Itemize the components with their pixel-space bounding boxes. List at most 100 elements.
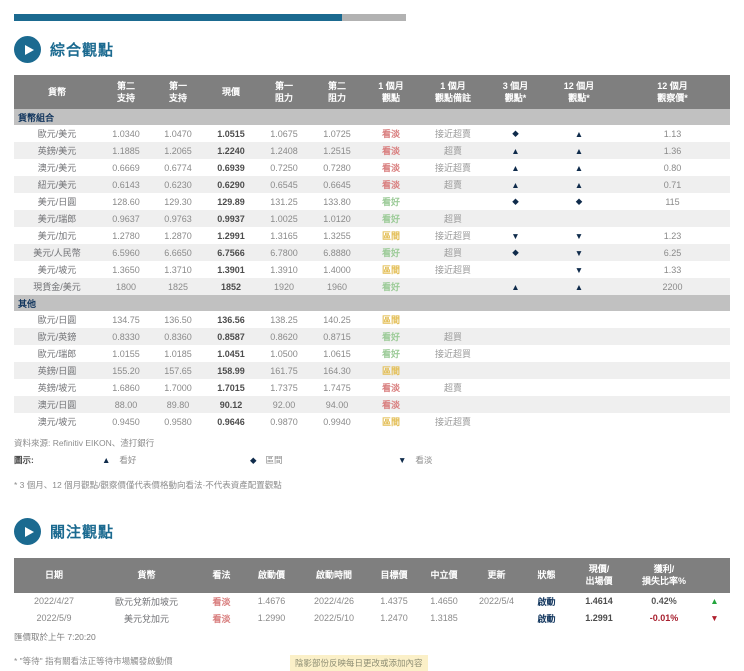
spot-price: 6.7566 (217, 247, 245, 258)
view-1m: 區間 (381, 265, 400, 276)
view-1m: 區間 (381, 315, 400, 326)
rate-timestamp: 匯價取於上午 7:20:20 (14, 631, 96, 642)
support-2: 0.6669 (112, 162, 140, 173)
currency-pair: 美元/坡元 (37, 265, 77, 276)
view-1m: 看好 (381, 248, 400, 259)
resistance-1: 1.2408 (270, 145, 298, 156)
view-12m-icon: ▼ (574, 230, 584, 241)
date: 2022/4/27 (33, 596, 75, 607)
view-1m: 看淡 (381, 146, 400, 157)
resistance-1: 138.25 (270, 314, 298, 325)
column-header: 看法 (199, 558, 244, 593)
resistance-1: 131.25 (270, 196, 298, 207)
note-1m: 接近超買 (434, 349, 471, 360)
legend-title: 圖示: (14, 455, 34, 466)
currency-pair: 美元/加元 (37, 231, 77, 242)
status-badge: 啟動 (537, 613, 556, 624)
watch-price-12m: 6.25 (663, 247, 682, 258)
column-header: 更新 (469, 558, 524, 593)
legend-label: 區間 (265, 455, 283, 466)
note-1m: 接近超賣 (434, 417, 471, 428)
fx-row: 澳元/日圓 88.00 89.80 90.12 92.00 94.00 看淡 (14, 396, 730, 414)
updated-date: 2022/5/4 (478, 596, 515, 607)
column-header: 第一 阻力 (258, 75, 310, 110)
current-exit-price: 1.4614 (585, 596, 613, 607)
view-1m: 看好 (381, 282, 400, 293)
status-badge: 啟動 (537, 596, 556, 607)
fx-row: 美元/坡元 1.3650 1.3710 1.3901 1.3910 1.4000 區間 接近超… (14, 261, 730, 278)
resistance-1: 92.00 (272, 399, 296, 410)
view-3m-icon (488, 362, 543, 379)
spot-price: 1.2240 (217, 145, 245, 156)
progress-bar-filled (14, 14, 342, 21)
column-header: 現價/ 出場價 (569, 558, 629, 593)
note-1m (418, 278, 488, 295)
watch-price-12m: 0.80 (663, 162, 682, 173)
legend-label: 看淡 (415, 455, 433, 466)
legend-item: ◆ 區間 (250, 454, 398, 466)
resistance-1: 0.8620 (270, 331, 298, 342)
watch-price-12m (615, 396, 730, 413)
note-1m (418, 396, 488, 413)
resistance-2: 1.0120 (323, 213, 351, 224)
note-1m: 超買 (443, 248, 462, 259)
spot-price: 0.8587 (217, 331, 245, 342)
view-12m-icon (543, 210, 615, 227)
resistance-1: 161.75 (270, 365, 298, 376)
currency: 歐元兌新加坡元 (114, 596, 178, 607)
currency-pair: 澳元/美元 (37, 163, 77, 174)
currency-pair: 歐元/美元 (37, 129, 77, 140)
fx-outlook-table: 貨幣 第二 支持 第一 支持 現價 第一 阻力 第二 阻力 1 個月 觀點 1 個月 觀點備註… (14, 75, 730, 430)
spot-price: 1.2991 (217, 230, 245, 241)
resistance-2: 1.4000 (323, 264, 351, 275)
view-12m-icon (543, 362, 615, 379)
currency-pair: 英鎊/坡元 (37, 383, 77, 394)
resistance-2: 164.30 (323, 365, 351, 376)
currency-pair: 歐元/日圓 (37, 315, 77, 326)
column-header: 貨幣 (94, 558, 199, 593)
target-price: 1.4375 (380, 596, 408, 607)
view-12m-icon: ▼ (574, 264, 584, 275)
updated-date (469, 610, 524, 627)
bullish-triangle-up-icon: ▲ (102, 455, 111, 466)
support-2: 128.60 (112, 196, 140, 207)
view-3m-icon (488, 210, 543, 227)
resistance-2: 1.7475 (323, 382, 351, 393)
resistance-1: 1.0025 (270, 213, 298, 224)
spot-price: 1.3901 (217, 264, 245, 275)
page: 綜合觀點 貨幣 第二 支持 第一 支持 現價 第一 阻力 第二 阻力 1 個月 觀點 1 個月… (0, 14, 744, 671)
column-header: 3 個月 觀點* (488, 75, 543, 110)
view-3m-icon: ▲ (511, 162, 520, 173)
support-1: 1825 (167, 281, 189, 292)
view-12m-icon (543, 379, 615, 396)
support-1: 157.65 (164, 365, 192, 376)
spot-price: 1852 (220, 281, 242, 292)
view-3m-icon: ◆ (512, 196, 519, 207)
support-1: 6.6650 (164, 247, 192, 258)
view-1m: 區間 (381, 231, 400, 242)
support-2: 0.8330 (112, 331, 140, 342)
fx-row: 歐元/英鎊 0.8330 0.8360 0.8587 0.8620 0.8715 看好 超買 (14, 328, 730, 346)
view-1m: 看好 (381, 332, 400, 343)
focus-row: 2022/5/9 美元兌加元 看淡 1.2990 2022/5/10 1.2470 1.31… (14, 610, 730, 627)
focus-row: 2022/4/27 歐元兌新加坡元 看淡 1.4676 2022/4/26 1.4375 1… (14, 593, 730, 610)
support-2: 1.0155 (112, 348, 140, 359)
section-comprehensive-views: 綜合觀點 (14, 36, 730, 63)
entry-time: 2022/4/26 (313, 596, 355, 607)
currency-pair: 美元/人民幣 (33, 248, 81, 259)
column-header: 12 個月 觀察價* (615, 75, 730, 110)
support-1: 0.6774 (164, 162, 192, 173)
view-3m-icon (488, 345, 543, 362)
fx-row: 澳元/坡元 0.9450 0.9580 0.9646 0.9870 0.9940 區間 接近超… (14, 413, 730, 430)
resistance-2: 1.2515 (323, 145, 351, 156)
play-icon (14, 518, 41, 546)
resistance-2: 6.8880 (323, 247, 351, 258)
fx-row: 美元/日圓 128.60 129.30 129.89 131.25 133.80 看好 ◆ ◆ 1… (14, 193, 730, 210)
support-1: 136.50 (164, 314, 192, 325)
bottom-notes: * "等待" 指有關看法正等待市場觸發啟動價 陰影部份反映每日更改或添加內容 (14, 654, 730, 671)
spot-price: 136.56 (217, 314, 245, 325)
watch-price-12m: 2200 (662, 281, 683, 292)
fx-row: 英鎊/美元 1.1885 1.2065 1.2240 1.2408 1.2515 看淡 超賣 ▲… (14, 142, 730, 160)
view-1m: 區間 (381, 417, 400, 428)
resistance-2: 1.0725 (323, 128, 351, 139)
